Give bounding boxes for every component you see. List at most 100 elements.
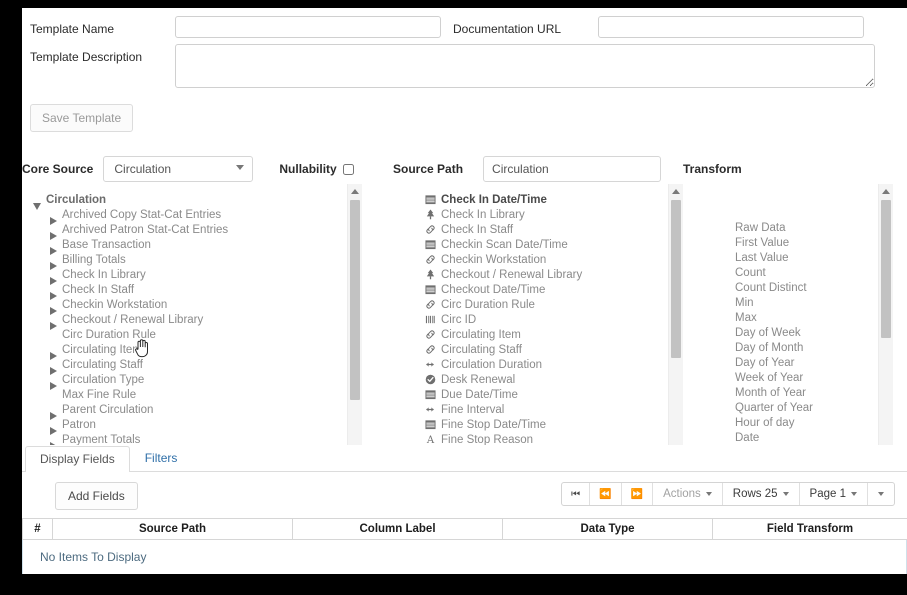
tree-item-label: Checkin Workstation [62, 298, 168, 311]
transform-item[interactable]: Min [683, 297, 879, 312]
save-template-button[interactable]: Save Template [30, 104, 134, 132]
report-template-editor: Template Name Documentation URL Template… [22, 8, 907, 574]
source-path-item[interactable]: Check In Library [393, 207, 669, 222]
more-options-button[interactable] [868, 483, 894, 505]
tree-item-label: Check In Library [62, 268, 146, 281]
transform-item[interactable]: Day of Year [683, 357, 879, 372]
scroll-up-icon[interactable] [351, 189, 359, 194]
source-path-item[interactable]: Circ Duration Rule [393, 297, 669, 312]
template-description-input[interactable] [175, 44, 875, 88]
documentation-url-input[interactable] [598, 16, 864, 38]
scrollbar-thumb[interactable] [350, 200, 360, 400]
link-icon [423, 299, 437, 310]
tree-item[interactable]: Circulating Item [22, 342, 348, 360]
transform-item[interactable]: Max [683, 312, 879, 327]
transform-item[interactable]: Count Distinct [683, 282, 879, 297]
tree-item[interactable]: Archived Patron Stat-Cat Entries [22, 222, 348, 240]
source-path-item[interactable]: Circulating Item [393, 327, 669, 342]
source-path-item[interactable]: Fine Stop Date/Time [393, 417, 669, 432]
tree-item[interactable]: Parent Circulation [22, 402, 348, 420]
tree-item-label: Billing Totals [62, 253, 126, 266]
source-path-item[interactable]: Checkin Workstation [393, 252, 669, 267]
tree-item[interactable]: Circulation Type [22, 372, 348, 390]
column-header[interactable]: Field Transform [712, 518, 907, 540]
column-header[interactable]: # [22, 518, 53, 540]
tree-item-label: Payment Totals [62, 433, 141, 446]
source-path-item[interactable]: Check In Staff [393, 222, 669, 237]
source-path-item[interactable]: Check In Date/Time [393, 192, 669, 207]
transform-item[interactable]: Week of Year [683, 372, 879, 387]
column-header[interactable]: Source Path [52, 518, 293, 540]
tree-item[interactable]: Billing Totals [22, 252, 348, 270]
tree-item[interactable]: Max Fine Rule [22, 387, 348, 402]
previous-page-button[interactable]: ⏪ [590, 483, 622, 505]
tree-item[interactable]: Checkin Workstation [22, 297, 348, 315]
tab-filters[interactable]: Filters [130, 445, 193, 471]
pagination-toolbar: ⏮ ⏪ ⏩ Actions Rows 25 Page 1 [561, 482, 895, 506]
add-fields-button[interactable]: Add Fields [55, 482, 138, 510]
transform-item[interactable]: Last Value [683, 252, 879, 267]
tree-item[interactable]: Checkout / Renewal Library [22, 312, 348, 330]
first-page-button[interactable]: ⏮ [562, 483, 591, 505]
tree-item-label: Base Transaction [62, 238, 151, 251]
tree-item[interactable]: Circulating Staff [22, 357, 348, 375]
empty-state-message: No Items To Display [22, 540, 907, 574]
tree-item-label: Check In Staff [62, 283, 135, 296]
column-header[interactable]: Column Label [292, 518, 503, 540]
source-path-item[interactable]: Desk Renewal [393, 372, 669, 387]
calendar-icon [423, 194, 437, 205]
tree-item[interactable]: Check In Library [22, 267, 348, 285]
transform-item[interactable]: Raw Data [683, 222, 879, 237]
column-header[interactable]: Data Type [502, 518, 713, 540]
scrollbar-thumb[interactable] [881, 200, 891, 338]
source-path-item[interactable]: Checkin Scan Date/Time [393, 237, 669, 252]
scrollbar-thumb[interactable] [671, 200, 681, 358]
source-path-item[interactable]: Checkout Date/Time [393, 282, 669, 297]
tree-item[interactable]: Circulation [22, 192, 348, 210]
tree-item[interactable]: Base Transaction [22, 237, 348, 255]
fields-panel: Display Fields Filters Add Fields ⏮ ⏪ ⏩ A… [22, 445, 907, 574]
tree-item[interactable]: Archived Copy Stat-Cat Entries [22, 207, 348, 225]
tab-display-fields[interactable]: Display Fields [25, 446, 130, 472]
rows-per-page-button[interactable]: Rows 25 [723, 483, 800, 505]
source-path-item[interactable]: Circulating Staff [393, 342, 669, 357]
source-path-item[interactable]: Due Date/Time [393, 387, 669, 402]
source-path-item-label: Circulation Duration [441, 358, 542, 371]
page-select-button[interactable]: Page 1 [800, 483, 868, 505]
source-path-item-label: Fine Interval [441, 403, 505, 416]
transform-item[interactable]: Quarter of Year [683, 402, 879, 417]
core-source-select[interactable]: Circulation [103, 156, 254, 182]
transform-item[interactable]: Day of Month [683, 342, 879, 357]
nullability-label: Nullability [279, 162, 337, 176]
interval-icon [423, 359, 437, 370]
next-page-button[interactable]: ⏩ [622, 483, 654, 505]
source-path-item[interactable]: Checkout / Renewal Library [393, 267, 669, 282]
template-name-input[interactable] [175, 16, 441, 38]
chevron-down-icon [851, 492, 857, 496]
source-path-input[interactable] [483, 156, 662, 182]
transform-item[interactable]: First Value [683, 237, 879, 252]
tree-item[interactable]: Check In Staff [22, 282, 348, 300]
core-source-scrollbar[interactable] [347, 184, 362, 459]
source-path-item[interactable]: Circulation Duration [393, 357, 669, 372]
source-path-pane: Source Path Check In Date/Time Check In L… [393, 154, 683, 459]
transform-item[interactable]: Month of Year [683, 387, 879, 402]
source-path-item-label: Checkin Scan Date/Time [441, 238, 568, 251]
tree-item[interactable]: Patron [22, 417, 348, 435]
source-path-item-label: Fine Stop Reason [441, 433, 534, 446]
transform-scrollbar[interactable] [878, 184, 893, 459]
scroll-up-icon[interactable] [882, 189, 890, 194]
transform-item[interactable]: Day of Week [683, 327, 879, 342]
actions-menu-label: Actions [663, 488, 701, 500]
source-path-item-label: Checkout / Renewal Library [441, 268, 583, 281]
source-path-scrollbar[interactable] [668, 184, 683, 459]
source-path-item[interactable]: Fine Interval [393, 402, 669, 417]
transform-item[interactable]: Hour of day [683, 417, 879, 432]
actions-menu-button[interactable]: Actions [653, 483, 723, 505]
transform-pane: Transform Raw Data First Value Last Value C… [683, 154, 893, 459]
scroll-up-icon[interactable] [672, 189, 680, 194]
tree-item[interactable]: Circ Duration Rule [22, 327, 348, 342]
nullability-checkbox[interactable] [342, 163, 354, 175]
transform-item[interactable]: Count [683, 267, 879, 282]
source-path-item[interactable]: Circ ID [393, 312, 669, 327]
